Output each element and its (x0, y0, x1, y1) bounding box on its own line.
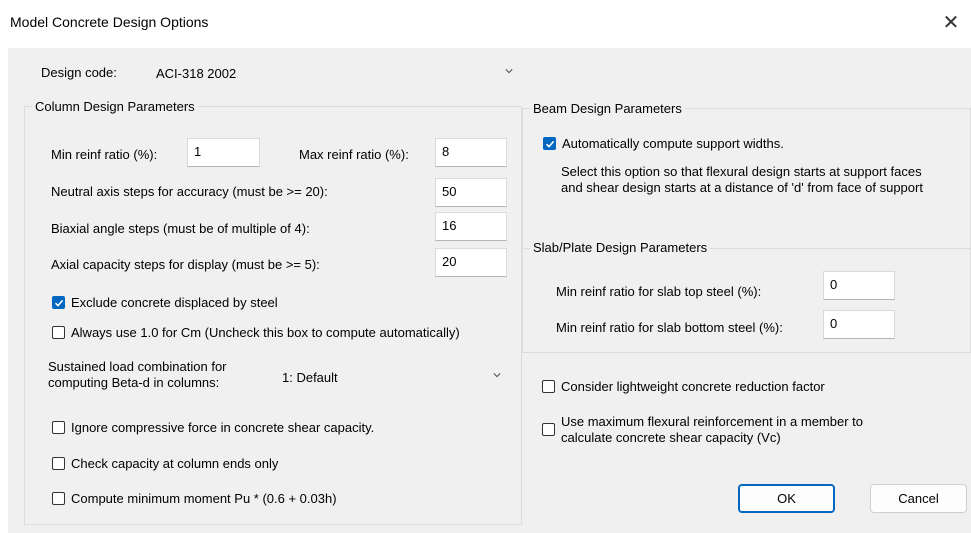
close-icon[interactable]: ✕ (936, 10, 966, 36)
checkmark-icon (54, 299, 64, 307)
compute-min-moment-checkbox[interactable] (52, 492, 65, 505)
dialog-client: Design code: ACI-318 2002 Column Design … (8, 48, 971, 533)
max-flexural-checkbox[interactable] (542, 423, 555, 436)
dialog-title: Model Concrete Design Options (10, 14, 209, 30)
slab-bottom-input[interactable]: 0 (823, 310, 895, 339)
exclude-concrete-label: Exclude concrete displaced by steel (71, 295, 278, 310)
compute-min-moment-label: Compute minimum moment Pu * (0.6 + 0.03h… (71, 491, 337, 506)
always-cm-checkbox[interactable] (52, 326, 65, 339)
slab-top-input[interactable]: 0 (823, 271, 895, 300)
beam-group-title: Beam Design Parameters (530, 101, 685, 116)
beam-desc-line1: Select this option so that flexural desi… (561, 164, 922, 179)
column-group-title: Column Design Parameters (32, 99, 198, 114)
cancel-button[interactable]: Cancel (870, 484, 967, 513)
max-flexural-label-line1: Use maximum flexural reinforcement in a … (561, 414, 863, 429)
lightweight-label: Consider lightweight concrete reduction … (561, 379, 825, 394)
slab-group-title: Slab/Plate Design Parameters (530, 240, 711, 255)
axial-label: Axial capacity steps for display (must b… (51, 257, 320, 272)
slab-bottom-label: Min reinf ratio for slab bottom steel (%… (556, 320, 783, 335)
biaxial-label: Biaxial angle steps (must be of multiple… (51, 221, 310, 236)
auto-support-checkbox[interactable] (543, 137, 556, 150)
sustained-load-select[interactable]: 1: Default (271, 363, 511, 390)
min-reinf-input[interactable]: 1 (187, 138, 260, 167)
design-code-label: Design code: (41, 65, 117, 80)
design-code-value: ACI-318 2002 (156, 66, 237, 81)
check-ends-checkbox[interactable] (52, 457, 65, 470)
lightweight-checkbox[interactable] (542, 380, 555, 393)
sustained-label-line2: computing Beta-d in columns: (48, 375, 220, 390)
beam-desc-line2: and shear design starts at a distance of… (561, 180, 923, 195)
design-code-select[interactable]: ACI-318 2002 (145, 59, 523, 86)
dialog-window: Model Concrete Design Options ✕ Design c… (0, 0, 971, 533)
ok-button[interactable]: OK (738, 484, 835, 513)
exclude-concrete-checkbox[interactable] (52, 296, 65, 309)
sustained-load-value: 1: Default (282, 370, 338, 385)
biaxial-input[interactable]: 16 (435, 212, 507, 241)
auto-support-label: Automatically compute support widths. (562, 136, 784, 151)
axial-input[interactable]: 20 (435, 248, 507, 277)
ignore-compressive-label: Ignore compressive force in concrete she… (71, 420, 375, 435)
chevron-down-icon (493, 373, 501, 378)
chevron-down-icon (505, 69, 513, 74)
max-reinf-input[interactable]: 8 (435, 138, 507, 167)
always-cm-label: Always use 1.0 for Cm (Uncheck this box … (71, 325, 460, 340)
neutral-axis-input[interactable]: 50 (435, 178, 507, 207)
sustained-label-line1: Sustained load combination for (48, 359, 227, 374)
neutral-axis-label: Neutral axis steps for accuracy (must be… (51, 184, 328, 199)
min-reinf-label: Min reinf ratio (%): (51, 147, 158, 162)
max-flexural-label-line2: calculate concrete shear capacity (Vc) (561, 430, 781, 445)
slab-top-label: Min reinf ratio for slab top steel (%): (556, 284, 762, 299)
max-reinf-label: Max reinf ratio (%): (299, 147, 409, 162)
ignore-compressive-checkbox[interactable] (52, 421, 65, 434)
check-ends-label: Check capacity at column ends only (71, 456, 279, 471)
checkmark-icon (545, 140, 555, 148)
title-bar[interactable]: Model Concrete Design Options ✕ (0, 0, 971, 44)
